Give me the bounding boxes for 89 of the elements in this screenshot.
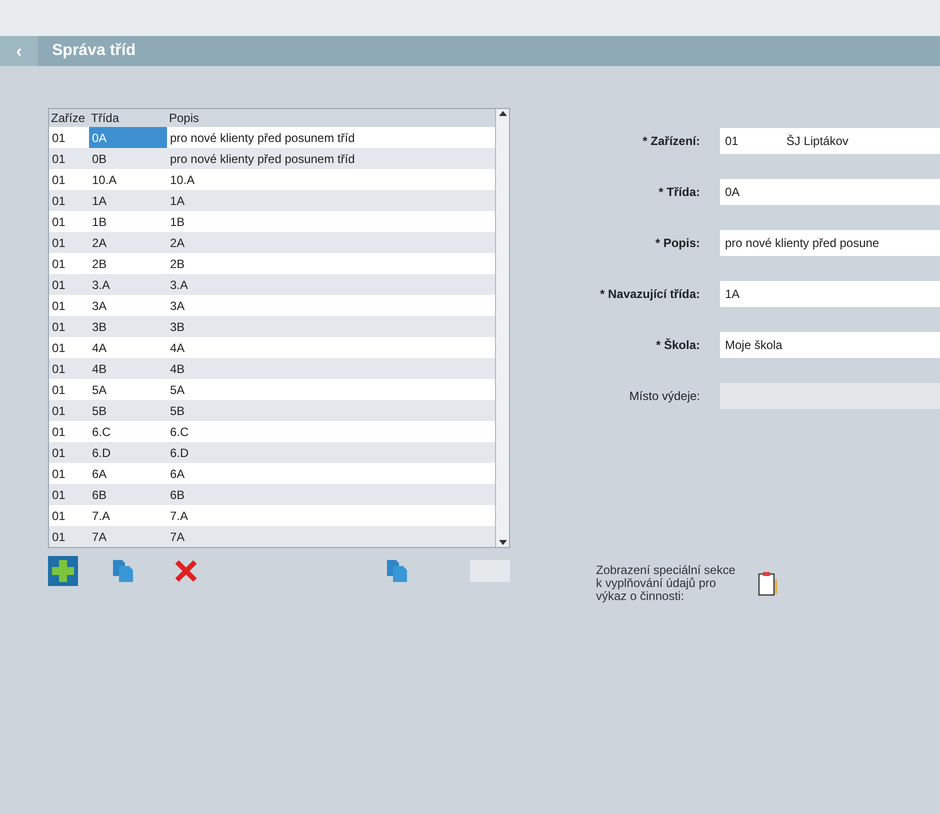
table-cell[interactable]: 6.C <box>89 421 167 442</box>
copy-button[interactable] <box>112 559 134 583</box>
input-field[interactable]: 01 ŠJ Liptákov <box>720 128 940 154</box>
table-cell[interactable]: 01 <box>49 505 89 526</box>
table-cell[interactable]: 01 <box>49 442 89 463</box>
column-header[interactable]: Popis <box>167 109 495 127</box>
table-cell[interactable]: 01 <box>49 253 89 274</box>
table-cell[interactable]: 01 <box>49 127 89 148</box>
input-field[interactable]: Moje škola <box>720 332 940 358</box>
table-cell[interactable]: 10.A <box>89 169 167 190</box>
table-cell[interactable]: 5B <box>167 400 495 421</box>
table-cell[interactable]: 7.A <box>167 505 495 526</box>
table-cell[interactable]: 6.D <box>167 442 495 463</box>
add-button[interactable] <box>48 556 78 586</box>
table-cell[interactable]: 4A <box>89 337 167 358</box>
table-cell[interactable]: 10.A <box>167 169 495 190</box>
table-cell[interactable]: 6.C <box>167 421 495 442</box>
input-field[interactable]: 1A <box>720 281 940 307</box>
input-field[interactable]: pro nové klienty před posune <box>720 230 940 256</box>
table-cell[interactable]: 01 <box>49 169 89 190</box>
copy-button[interactable] <box>386 559 408 583</box>
table-cell[interactable]: 01 <box>49 316 89 337</box>
table-cell[interactable]: 3A <box>167 295 495 316</box>
table-cell[interactable]: 3.A <box>167 274 495 295</box>
field-value: Moje škola <box>725 337 782 354</box>
scrollbar[interactable] <box>495 109 509 547</box>
field-label: * Navazující třída: <box>598 286 700 303</box>
table-cell[interactable]: 5A <box>89 379 167 400</box>
special-section-label: Zobrazení speciální sekce k vyplňování údajů pro výkaz o činnosti: <box>596 564 736 603</box>
table-cell[interactable]: 01 <box>49 400 89 421</box>
table-cell[interactable]: 5A <box>167 379 495 400</box>
table-cell[interactable]: 6A <box>167 463 495 484</box>
clipboard-icon[interactable] <box>758 570 778 596</box>
table-cell[interactable]: 1A <box>167 190 495 211</box>
table-cell[interactable]: 01 <box>49 358 89 379</box>
page-title: Správa tříd <box>52 41 136 61</box>
table-cell[interactable]: 01 <box>49 232 89 253</box>
table-cell[interactable]: 3A <box>89 295 167 316</box>
table-cell[interactable]: 01 <box>49 379 89 400</box>
table-cell[interactable]: 7A <box>167 526 495 547</box>
table-cell[interactable]: 5B <box>89 400 167 421</box>
scroll-up-icon[interactable] <box>498 111 506 116</box>
table-cell[interactable]: 01 <box>49 337 89 358</box>
table-cell[interactable]: 4A <box>167 337 495 358</box>
scroll-down-icon[interactable] <box>498 540 506 545</box>
field-value: 1A <box>725 286 740 303</box>
table-cell[interactable]: 01 <box>49 274 89 295</box>
table-cell[interactable]: 6B <box>167 484 495 505</box>
table-cell[interactable]: 3.A <box>89 274 167 295</box>
table-cell[interactable]: 01 <box>49 526 89 547</box>
table-cell[interactable]: 6B <box>89 484 167 505</box>
table-cell[interactable]: 0B <box>89 148 167 169</box>
table-cell[interactable]: 01 <box>49 295 89 316</box>
table-cell[interactable]: 7A <box>89 526 167 547</box>
table-cell[interactable]: 4B <box>167 358 495 379</box>
field-value: 0A <box>725 184 740 201</box>
table-cell[interactable]: 3B <box>89 316 167 337</box>
table-cell[interactable]: 6A <box>89 463 167 484</box>
column-header[interactable]: Zaříze <box>49 109 89 127</box>
table-cell[interactable]: 01 <box>49 148 89 169</box>
field-value: 01 <box>725 133 738 150</box>
table-cell[interactable]: 3B <box>167 316 495 337</box>
table-cell[interactable]: 01 <box>49 190 89 211</box>
table-cell[interactable]: 7.A <box>89 505 167 526</box>
table-cell[interactable]: pro nové klienty před posunem tříd <box>167 148 495 169</box>
field-label: * Třída: <box>658 184 700 201</box>
column-header[interactable]: Třída <box>89 109 167 127</box>
field-value: pro nové klienty před posune <box>725 235 880 252</box>
table-cell[interactable]: 1A <box>89 190 167 211</box>
table-cell[interactable]: 2A <box>167 232 495 253</box>
table-cell[interactable]: 6.D <box>89 442 167 463</box>
table-cell[interactable]: 4B <box>89 358 167 379</box>
table-cell[interactable]: 1B <box>167 211 495 232</box>
field-label: * Popis: <box>654 235 700 252</box>
field-label: Místo výdeje: <box>628 388 700 405</box>
field-label: * Škola: <box>654 337 700 354</box>
field-label: * Zařízení: <box>642 133 700 150</box>
table-cell[interactable]: 01 <box>49 211 89 232</box>
field-value: ŠJ Liptákov <box>786 133 848 150</box>
table-cell[interactable]: 2A <box>89 232 167 253</box>
table-cell[interactable]: pro nové klienty před posunem tříd <box>167 127 495 148</box>
table-cell[interactable]: 01 <box>49 484 89 505</box>
delete-button[interactable] <box>174 559 198 583</box>
table-cell[interactable]: 01 <box>49 421 89 442</box>
table-cell[interactable]: 01 <box>49 463 89 484</box>
table-cell[interactable]: 2B <box>167 253 495 274</box>
table-cell[interactable]: 1B <box>89 211 167 232</box>
table-cell[interactable]: 2B <box>89 253 167 274</box>
input-field[interactable]: 0A <box>720 179 940 205</box>
